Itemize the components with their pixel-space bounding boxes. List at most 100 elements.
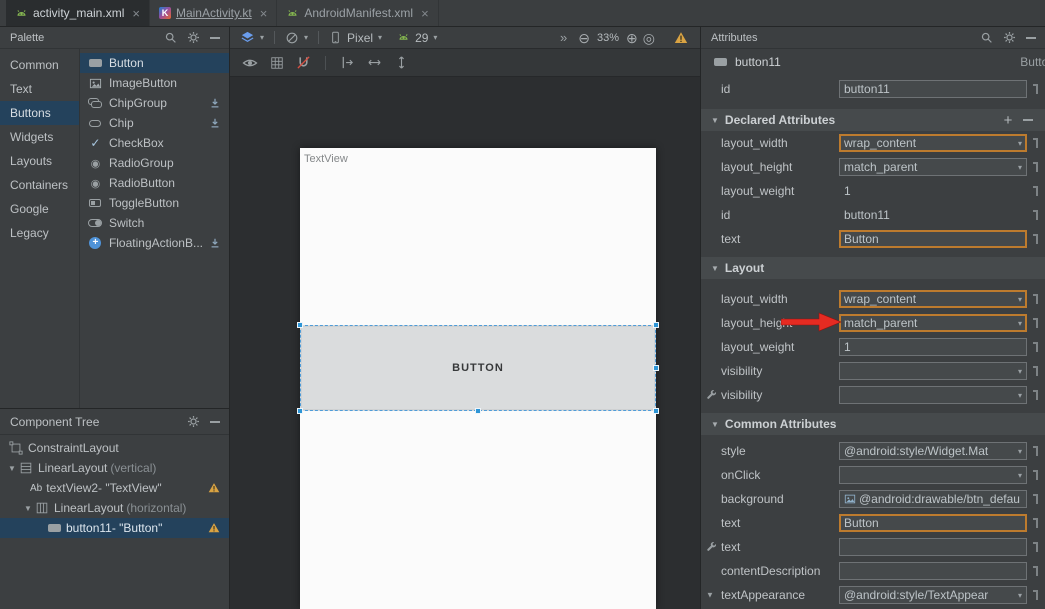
pin-flag-icon[interactable]	[1033, 318, 1038, 328]
layout-height-dropdown[interactable]: match_parent ▾	[839, 158, 1027, 176]
device-selector[interactable]: Pixel	[347, 31, 373, 45]
pin-flag-icon[interactable]	[1033, 566, 1038, 576]
design-surface[interactable]: TextView BUTTON	[300, 148, 656, 609]
gear-icon[interactable]	[187, 415, 200, 428]
zoom-in-button[interactable]: ⊕	[626, 31, 638, 45]
layout-weight-input[interactable]: 1	[839, 338, 1027, 356]
tree-item-linearlayout-vertical[interactable]: ▼ LinearLayout (vertical)	[0, 458, 229, 478]
component-checkbox[interactable]: ✓ CheckBox	[80, 133, 229, 153]
style-dropdown[interactable]: @android:style/Widget.Mat ▾	[839, 442, 1027, 460]
pin-flag-icon[interactable]	[1033, 138, 1038, 148]
pin-flag-icon[interactable]	[1033, 210, 1038, 220]
tree-item-button11[interactable]: button11- "Button"	[0, 518, 229, 538]
visibility-dropdown[interactable]: ▾	[839, 362, 1027, 380]
category-buttons[interactable]: Buttons	[0, 101, 79, 125]
category-common[interactable]: Common	[0, 53, 79, 77]
category-containers[interactable]: Containers	[0, 173, 79, 197]
tree-item-textview2[interactable]: Ab textView2- "TextView"	[0, 478, 229, 498]
category-google[interactable]: Google	[0, 197, 79, 221]
close-icon[interactable]: ×	[132, 7, 140, 20]
pin-flag-icon[interactable]	[1033, 234, 1038, 244]
category-legacy[interactable]: Legacy	[0, 221, 79, 245]
tree-item-constraintlayout[interactable]: ConstraintLayout	[0, 438, 229, 458]
selected-button-component[interactable]: BUTTON	[300, 325, 656, 411]
category-widgets[interactable]: Widgets	[0, 125, 79, 149]
chevron-down-icon[interactable]: ▼	[6, 464, 18, 473]
pin-flag-icon[interactable]	[1033, 162, 1038, 172]
component-chip[interactable]: Chip	[80, 113, 229, 133]
pin-flag-icon[interactable]	[1033, 342, 1038, 352]
minimize-icon[interactable]	[1026, 37, 1036, 39]
pin-flag-icon[interactable]	[1033, 390, 1038, 400]
component-floatingactionbutton[interactable]: + FloatingActionB...	[80, 233, 229, 253]
margins-horizontal-icon[interactable]	[367, 55, 382, 70]
category-text[interactable]: Text	[0, 77, 79, 101]
layout-width-dropdown[interactable]: wrap_content ▾	[839, 290, 1027, 308]
contentdescription-input[interactable]	[839, 562, 1027, 580]
zoom-fit-button[interactable]: ◎	[643, 31, 655, 45]
layout-weight-input[interactable]: 1	[839, 182, 1027, 200]
component-button[interactable]: Button	[80, 53, 229, 73]
textappearance-dropdown[interactable]: @android:style/TextAppear ▾	[839, 586, 1027, 604]
overflow-chevrons-icon[interactable]: »	[560, 30, 567, 45]
chevron-down-icon[interactable]: ▼	[22, 504, 34, 513]
tab-androidmanifest-xml[interactable]: AndroidManifest.xml ×	[277, 0, 438, 26]
pin-flag-icon[interactable]	[1033, 366, 1038, 376]
pin-flag-icon[interactable]	[1033, 518, 1038, 528]
guidelines-icon[interactable]	[340, 55, 355, 70]
chevron-down-icon[interactable]: ▼	[706, 591, 714, 600]
distribute-vertical-icon[interactable]	[394, 55, 409, 70]
layout-width-dropdown[interactable]: wrap_content ▾	[839, 134, 1027, 152]
tab-mainactivity-kt[interactable]: K MainActivity.kt ×	[150, 0, 277, 26]
id-input[interactable]: button11	[839, 80, 1027, 98]
pin-flag-icon[interactable]	[1033, 542, 1038, 552]
tools-text-input[interactable]	[839, 538, 1027, 556]
component-imagebutton[interactable]: ImageButton	[80, 73, 229, 93]
pin-flag-icon[interactable]	[1033, 470, 1038, 480]
close-icon[interactable]: ×	[260, 7, 268, 20]
section-declared-attributes[interactable]: ▼ Declared Attributes +	[701, 109, 1045, 131]
tools-visibility-dropdown[interactable]: ▾	[839, 386, 1027, 404]
warnings-button[interactable]	[674, 31, 688, 45]
close-icon[interactable]: ×	[421, 7, 429, 20]
api-level-selector[interactable]: 29	[415, 31, 428, 45]
search-icon[interactable]	[980, 31, 993, 44]
text-input[interactable]: Button	[839, 514, 1027, 532]
pin-flag-icon[interactable]	[1033, 84, 1038, 94]
search-icon[interactable]	[164, 31, 177, 44]
resize-handle[interactable]	[653, 408, 659, 414]
grid-icon[interactable]	[270, 56, 284, 70]
component-switch[interactable]: Switch	[80, 213, 229, 233]
resize-handle[interactable]	[653, 322, 659, 328]
add-attribute-button[interactable]: +	[999, 112, 1017, 129]
component-radiogroup[interactable]: ◉ RadioGroup	[80, 153, 229, 173]
resize-handle[interactable]	[297, 322, 303, 328]
orientation-icon[interactable]	[285, 31, 299, 45]
view-options-eye-icon[interactable]	[242, 55, 258, 71]
tab-activity-main-xml[interactable]: activity_main.xml ×	[6, 0, 150, 26]
resize-handle[interactable]	[475, 408, 481, 414]
pin-flag-icon[interactable]	[1033, 590, 1038, 600]
minimize-icon[interactable]	[210, 37, 220, 39]
minimize-icon[interactable]	[210, 421, 220, 423]
component-radiobutton[interactable]: ◉ RadioButton	[80, 173, 229, 193]
onclick-dropdown[interactable]: ▾	[839, 466, 1027, 484]
section-layout[interactable]: ▼ Layout	[701, 257, 1045, 279]
id-input-declared[interactable]: button11	[839, 206, 1027, 224]
gear-icon[interactable]	[1003, 31, 1016, 44]
component-chipgroup[interactable]: ChipGroup	[80, 93, 229, 113]
design-mode-icon[interactable]	[240, 30, 255, 45]
remove-attribute-button[interactable]	[1023, 119, 1033, 121]
zoom-out-button[interactable]: ⊖	[578, 31, 590, 45]
pin-flag-icon[interactable]	[1033, 294, 1038, 304]
pin-flag-icon[interactable]	[1033, 186, 1038, 196]
pin-flag-icon[interactable]	[1033, 494, 1038, 504]
resize-handle[interactable]	[297, 408, 303, 414]
section-common-attributes[interactable]: ▼ Common Attributes	[701, 413, 1045, 435]
component-togglebutton[interactable]: ToggleButton	[80, 193, 229, 213]
background-input[interactable]: @android:drawable/btn_defau	[839, 490, 1027, 508]
pin-flag-icon[interactable]	[1033, 446, 1038, 456]
text-input-declared[interactable]: Button	[839, 230, 1027, 248]
resize-handle[interactable]	[653, 365, 659, 371]
layout-height-dropdown[interactable]: match_parent ▾	[839, 314, 1027, 332]
